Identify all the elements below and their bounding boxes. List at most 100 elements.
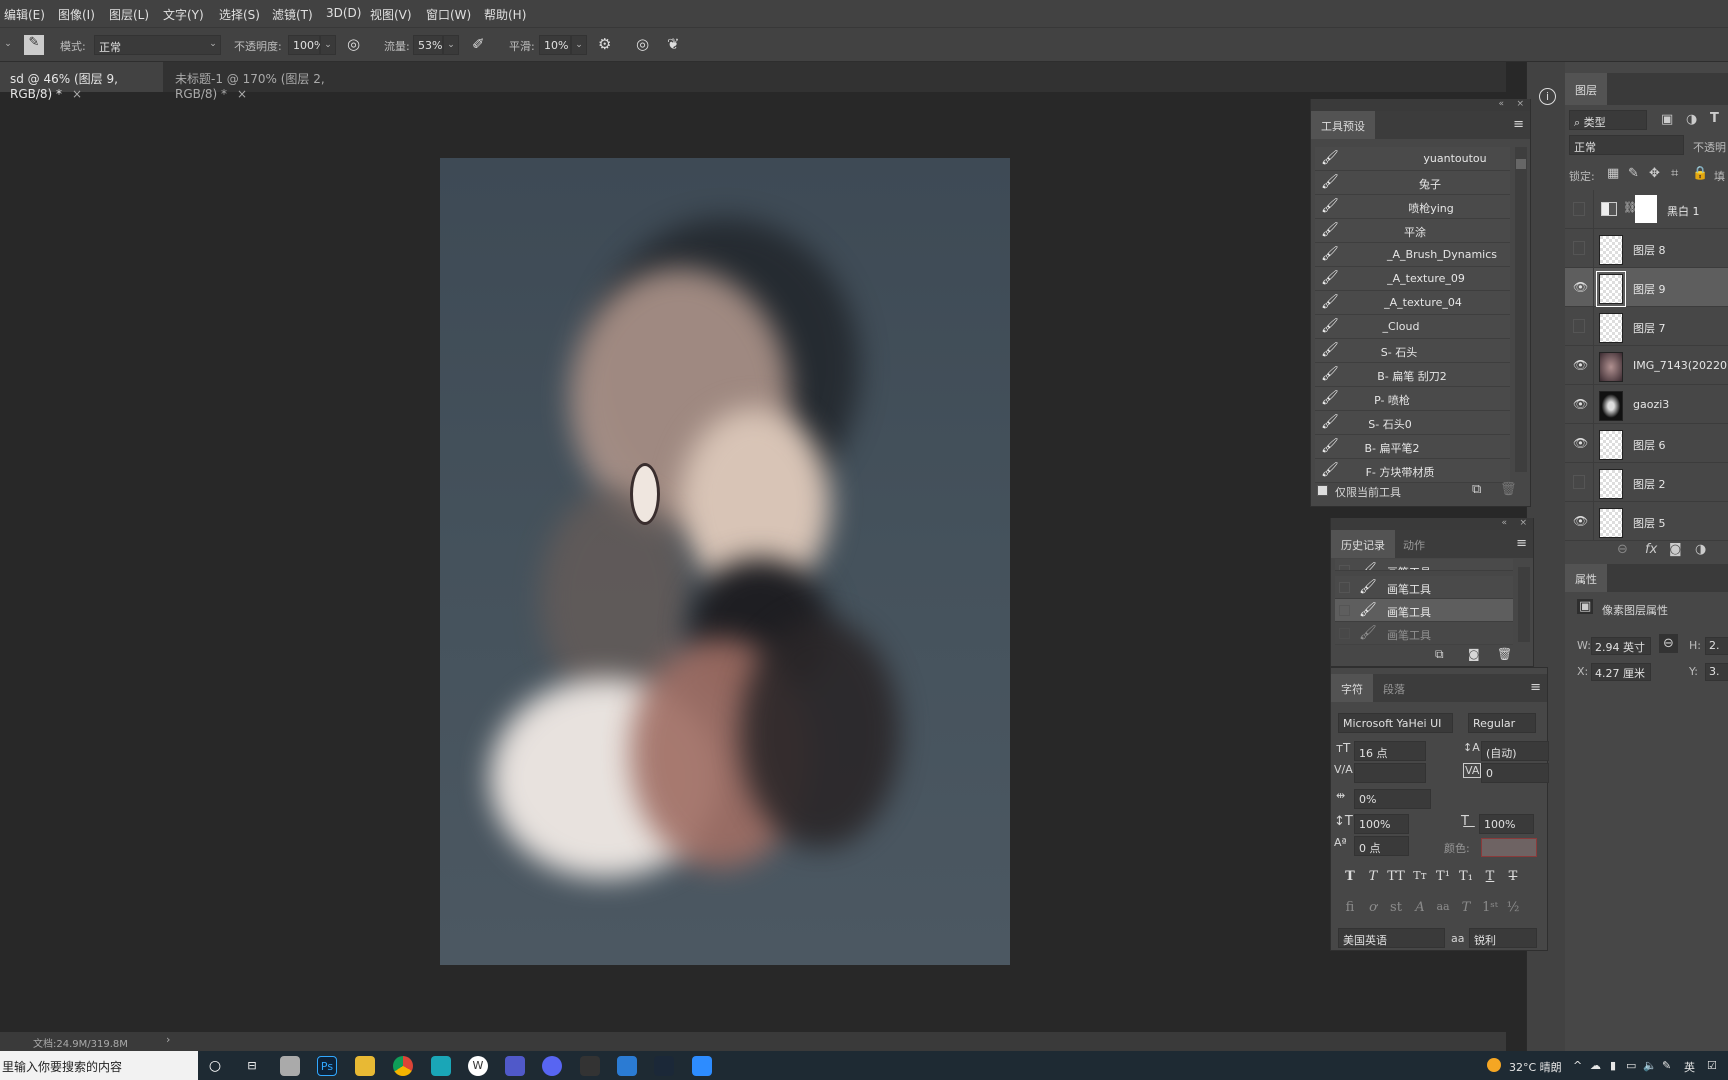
visibility-toggle[interactable] [1573,475,1585,489]
tray-chevron-up-icon[interactable]: ^ [1573,1059,1582,1072]
new-document-from-state-icon[interactable]: ⧉ [1435,647,1444,662]
photoshop-icon[interactable]: Ps [317,1056,337,1076]
app-icon[interactable]: W [468,1056,488,1076]
eye-icon[interactable]: 👁 [1573,358,1588,372]
preset-item[interactable]: 🖌 喷枪ying [1315,195,1510,219]
ordinal-1st-button[interactable]: 1ˢᵗ [1481,900,1499,915]
tab-paragraph[interactable]: 段落 [1373,674,1415,702]
snapshot-source-checkbox[interactable] [1339,565,1350,570]
preset-item[interactable]: 🖌 _A_Brush_Dynamics [1315,243,1510,267]
history-item[interactable]: 🖌 画笔工具 [1335,622,1513,645]
weather-text[interactable]: 32°C 晴朗 [1509,1059,1562,1075]
layer-row[interactable]: 👁 图层 6 [1565,424,1728,463]
current-tool-only-checkbox[interactable] [1317,485,1328,496]
camera-snapshot-icon[interactable]: ◙ [1468,647,1480,661]
weather-sun-icon[interactable] [1487,1058,1501,1072]
all-caps-button[interactable]: TT [1387,869,1405,884]
airbrush-icon[interactable]: ✐ [472,35,485,53]
layer-row[interactable]: 图层 8 [1565,229,1728,268]
close-icon[interactable]: × [72,87,82,101]
menu-item[interactable]: 3D(D) [326,6,361,20]
speaker-icon[interactable]: 🔈 [1643,1059,1657,1072]
smoothing-dropdown[interactable]: ⌄ [571,35,587,55]
lock-transparent-icon[interactable]: ▦ [1607,166,1619,181]
panel-menu-icon[interactable]: ≡ [1530,680,1541,695]
eye-icon[interactable]: 👁 [1573,397,1588,411]
menu-item[interactable]: 文字(Y) [163,6,204,23]
subscript-button[interactable]: T₁ [1457,869,1475,884]
tab-layers[interactable]: 图层 [1565,73,1607,105]
faux-bold-button[interactable]: T [1341,869,1359,884]
collapse-icon[interactable]: « [1498,99,1504,109]
preset-item[interactable]: 🖌 P- 喷枪 [1315,387,1510,411]
preset-picker-chevron[interactable]: ⌄ [0,35,16,55]
file-explorer-icon[interactable] [355,1056,375,1076]
tab-actions[interactable]: 动作 [1393,530,1435,558]
preset-item[interactable]: 🖌 _Cloud [1315,315,1510,339]
pressure-size-icon[interactable]: ◎ [636,35,649,53]
history-item[interactable]: 🖌 画笔工具 [1335,599,1513,622]
old-style-button[interactable]: ơ [1364,900,1382,915]
history-item[interactable]: 🖌 画笔工具 [1335,559,1513,571]
ligatures-button[interactable]: ﬁ [1341,900,1359,915]
faux-italic-button[interactable]: T [1364,869,1382,884]
photos-icon[interactable] [617,1056,637,1076]
filter-adjustment-icon[interactable]: ◑ [1686,112,1697,127]
layer-row[interactable]: 👁 gaozi3 [1565,385,1728,424]
fractions-button[interactable]: ½ [1504,900,1522,915]
brush-preset-icon[interactable]: ✎ [24,35,44,55]
flow-input[interactable]: 53% [413,35,443,55]
info-icon[interactable]: i [1539,88,1556,105]
language-select[interactable]: 美国英语 [1338,928,1445,948]
scrollbar[interactable] [1515,147,1527,472]
preset-item[interactable]: 🖌 S- 石头 [1315,339,1510,363]
fx-icon[interactable]: fx [1645,542,1657,557]
app-icon[interactable] [692,1056,712,1076]
usb-icon[interactable]: ▮ [1610,1059,1616,1072]
snapshot-source-checkbox[interactable] [1339,605,1350,616]
network-icon[interactable]: ▭ [1626,1059,1636,1072]
snapshot-source-checkbox[interactable] [1339,628,1350,639]
onedrive-cloud-icon[interactable]: ☁ [1590,1059,1601,1072]
preset-item[interactable]: 🖌 _A_texture_09 [1315,267,1510,291]
lock-position-icon[interactable]: ✥ [1649,166,1660,181]
tsume-input[interactable]: 0% [1354,789,1431,809]
horizontal-scale-input[interactable]: 100% [1479,814,1534,834]
preset-item[interactable]: 🖌 yuantoutou [1315,147,1510,171]
app-icon[interactable] [431,1056,451,1076]
preset-item[interactable]: 🖌 S- 石头0 [1315,411,1510,435]
vertical-scale-input[interactable]: 100% [1354,814,1409,834]
ime-indicator[interactable]: 英 [1684,1059,1695,1075]
opacity-input[interactable]: 100% [288,35,324,55]
layer-row[interactable]: 图层 7 [1565,307,1728,346]
add-mask-icon[interactable]: ◙ [1669,542,1682,557]
preset-item[interactable]: 🖌 B- 扁平笔2 [1315,435,1510,459]
preset-item[interactable]: 🖌 _A_texture_04 [1315,291,1510,315]
new-preset-icon[interactable]: ⧉ [1472,482,1481,497]
titling-alternates-button[interactable]: aa [1434,900,1452,913]
mode-select[interactable]: 正常 [94,35,221,55]
blend-mode-select[interactable]: 正常 [1569,135,1684,155]
tab-document-1[interactable]: sd @ 46% (图层 9, RGB/8) * × [0,62,163,101]
history-item[interactable]: 🖌 画笔工具 [1335,576,1513,599]
lock-all-icon[interactable]: 🔒 [1692,166,1708,181]
smoothing-input[interactable]: 10% [539,35,571,55]
menu-item[interactable]: 选择(S) [219,6,260,23]
eye-icon[interactable]: 👁 [1573,436,1588,450]
menu-item[interactable]: 窗口(W) [426,6,471,23]
notification-icon[interactable]: ☑ [1707,1059,1717,1072]
steam-icon[interactable] [654,1056,674,1076]
underline-button[interactable]: T [1481,869,1499,884]
lock-pixels-icon[interactable]: ✎ [1628,166,1639,181]
visibility-toggle[interactable] [1573,202,1585,216]
tracking-input[interactable]: 0 [1481,763,1549,783]
eye-icon[interactable]: 👁 [1573,514,1588,528]
small-caps-button[interactable]: Tт [1411,869,1429,882]
link-layers-icon[interactable]: ⊖ [1617,542,1628,557]
height-input[interactable]: 2. [1705,637,1728,655]
symmetry-butterfly-icon[interactable]: ❦ [667,35,680,53]
preset-item[interactable]: 🖌 B- 扁笔 刮刀2 [1315,363,1510,387]
trash-icon[interactable]: 🗑 [1500,482,1517,497]
collapse-icon[interactable]: « [1501,518,1507,528]
antialias-select[interactable]: 锐利 [1469,928,1537,948]
